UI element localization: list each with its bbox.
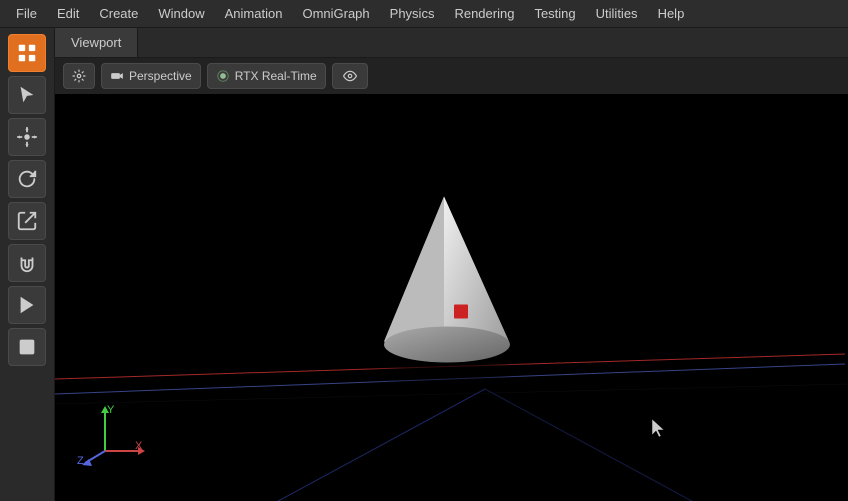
stop-tool-button[interactable]	[8, 328, 46, 366]
external-link-tool-button[interactable]	[8, 202, 46, 240]
cone-svg	[364, 187, 524, 387]
rotate-tool-button[interactable]	[8, 160, 46, 198]
move-tool-button[interactable]	[8, 118, 46, 156]
rtx-icon	[216, 69, 230, 83]
menu-bar: File Edit Create Window Animation OmniGr…	[0, 0, 848, 28]
menu-create[interactable]: Create	[91, 3, 146, 24]
menu-rendering[interactable]: Rendering	[446, 3, 522, 24]
menu-help[interactable]: Help	[650, 3, 693, 24]
select-tool-button[interactable]	[8, 76, 46, 114]
svg-text:X: X	[135, 440, 143, 452]
camera-icon	[110, 69, 124, 83]
main-content: Viewport Perspective	[0, 28, 848, 501]
svg-text:Y: Y	[107, 404, 115, 416]
cone-3d-object	[364, 187, 524, 392]
viewport-settings-button[interactable]	[63, 63, 95, 89]
menu-edit[interactable]: Edit	[49, 3, 87, 24]
menu-animation[interactable]: Animation	[217, 3, 291, 24]
visibility-button[interactable]	[332, 63, 368, 89]
menu-file[interactable]: File	[8, 3, 45, 24]
viewport-tab[interactable]: Viewport	[55, 28, 138, 57]
menu-omnigraph[interactable]: OmniGraph	[294, 3, 377, 24]
axis-widget: Y X Z	[75, 401, 150, 471]
grid-tool-button[interactable]	[8, 34, 46, 72]
left-toolbar	[0, 28, 55, 501]
menu-physics[interactable]: Physics	[382, 3, 443, 24]
viewport-toolbar: Perspective RTX Real-Time	[55, 58, 848, 94]
rtx-label: RTX Real-Time	[235, 69, 317, 83]
viewport-canvas[interactable]: Y X Z	[55, 94, 848, 501]
rtx-realtime-button[interactable]: RTX Real-Time	[207, 63, 326, 89]
gear-icon	[72, 69, 86, 83]
play-tool-button[interactable]	[8, 286, 46, 324]
axis-gizmo: Y X Z	[75, 401, 150, 466]
perspective-label: Perspective	[129, 69, 192, 83]
svg-text:Z: Z	[77, 455, 84, 466]
viewport-tab-bar: Viewport	[55, 28, 848, 58]
menu-testing[interactable]: Testing	[526, 3, 583, 24]
viewport-panel: Viewport Perspective	[55, 28, 848, 501]
cursor-indicator	[648, 417, 668, 446]
menu-utilities[interactable]: Utilities	[588, 3, 646, 24]
camera-perspective-button[interactable]: Perspective	[101, 63, 201, 89]
eye-icon	[341, 69, 359, 83]
magnet-tool-button[interactable]	[8, 244, 46, 282]
menu-window[interactable]: Window	[150, 3, 212, 24]
